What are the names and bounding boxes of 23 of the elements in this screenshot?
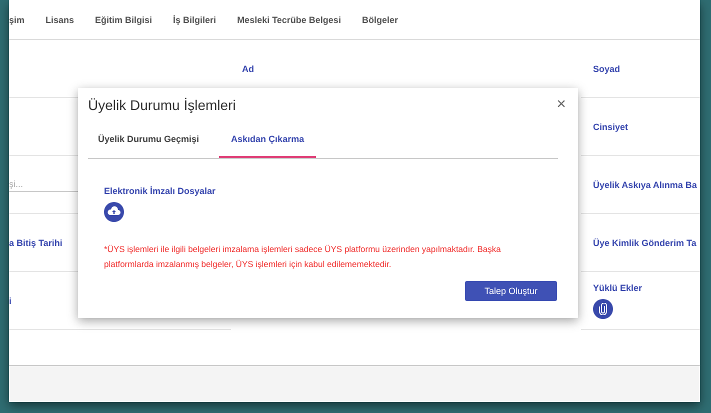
field-label: Yüklü Ekler	[593, 282, 642, 292]
nav-tab[interactable]: Bölgeler	[362, 14, 398, 24]
nav-tab[interactable]: Mesleki Tecrübe Belgesi	[237, 14, 341, 24]
nav-tab[interactable]: İş Bilgileri	[173, 14, 216, 24]
nav-tab[interactable]: Lisans	[46, 14, 74, 24]
field-label: i	[9, 296, 12, 306]
field-label: Soyad	[593, 64, 620, 74]
dialog-title: Üyelik Durumu İşlemleri	[88, 97, 236, 113]
field-label: Ad	[242, 64, 254, 74]
section-label: Elektronik İmzalı Dosyalar	[104, 186, 217, 196]
nav-tab[interactable]: Eğitim Bilgisi	[95, 14, 152, 24]
paperclip-icon[interactable]	[593, 298, 613, 318]
upload-icon[interactable]	[104, 202, 124, 222]
dialog-tab[interactable]: Askıdan Çıkarma	[219, 122, 316, 158]
dialog-tab[interactable]: Üyelik Durumu Geçmişi	[88, 122, 210, 158]
close-button[interactable]: ×	[554, 96, 568, 114]
field-label: a Bitiş Tarihi	[9, 238, 62, 248]
warning-text: *ÜYS işlemleri ile ilgili belgeleri imzalama işlemleri sadece ÜYS platformu üzerinden yapılmaktadır. Başka platformlarda imzalanmış belgeler, ÜYS işlemleri için kabul edilememektedir.	[104, 243, 502, 271]
nav-tab[interactable]: şim	[9, 14, 25, 24]
field-label: Cinsiyet	[593, 122, 628, 132]
field-label: Üyelik Askıya Alınma Ba	[593, 180, 697, 190]
submit-button[interactable]: Talep Oluştur	[465, 281, 557, 301]
field-label: Üye Kimlik Gönderim Ta	[593, 238, 696, 248]
